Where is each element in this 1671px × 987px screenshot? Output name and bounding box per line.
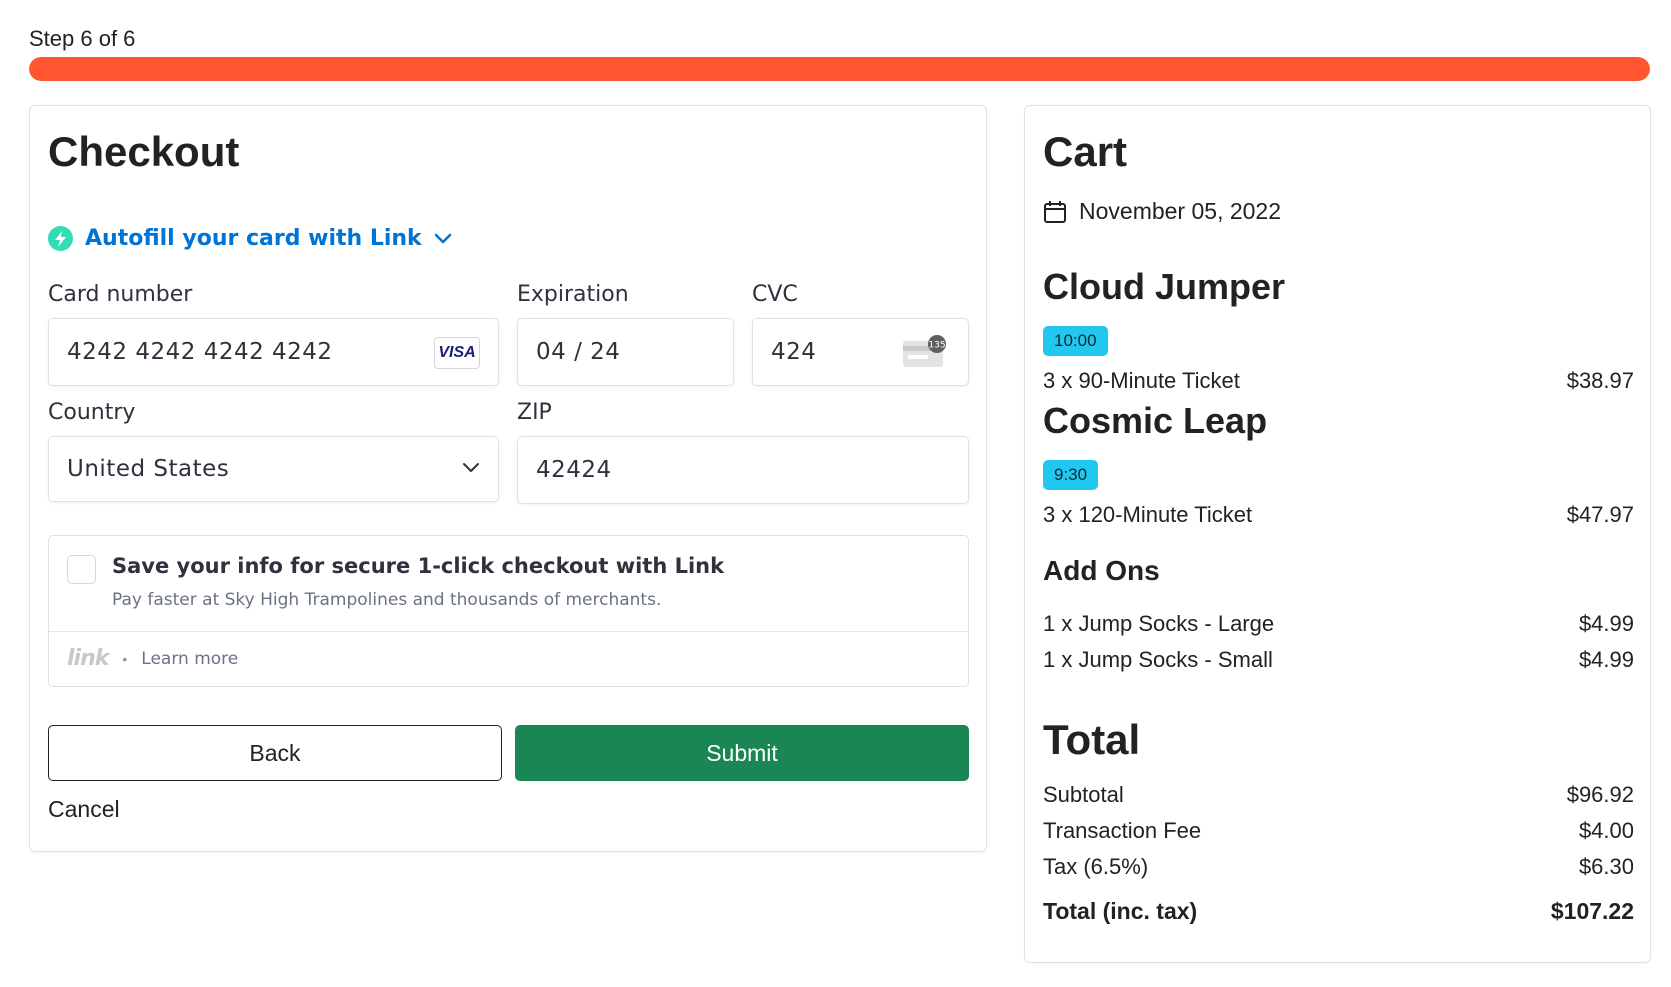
step-indicator: Step 6 of 6: [29, 26, 136, 51]
link-save-info-box: Save your info for secure 1-click checko…: [48, 535, 969, 687]
save-info-title: Save your info for secure 1-click checko…: [112, 554, 725, 578]
link-autofill-label: Autofill your card with Link: [85, 226, 422, 251]
cvc-input[interactable]: 424 135: [752, 318, 969, 386]
addon-price: $4.99: [1578, 611, 1634, 636]
card-number-input[interactable]: 4242 4242 4242 4242 VISA: [48, 318, 499, 386]
cvc-card-icon: 135: [902, 335, 950, 374]
link-footer: link • Learn more: [67, 646, 238, 671]
progress-bar-fill: [29, 57, 1650, 81]
zip-label: ZIP: [517, 400, 552, 425]
zip-input[interactable]: 42424: [517, 436, 969, 504]
cart-item-title: Cosmic Leap: [1043, 400, 1268, 441]
cart-line-price: $47.97: [1566, 502, 1634, 527]
expiration-label: Expiration: [517, 282, 629, 307]
cart-line-price: $38.97: [1566, 368, 1634, 393]
checkout-title: Checkout: [48, 128, 240, 175]
cvc-value: 424: [771, 339, 817, 365]
save-info-checkbox[interactable]: [67, 555, 96, 584]
grand-total-value: $107.22: [1550, 898, 1634, 924]
addon-label: 1 x Jump Socks - Small: [1043, 647, 1273, 672]
cvc-label: CVC: [752, 282, 798, 307]
cart-line-label: 3 x 90-Minute Ticket: [1043, 368, 1240, 393]
card-number-value: 4242 4242 4242 4242: [67, 339, 333, 365]
grand-total-label: Total (inc. tax): [1043, 898, 1198, 924]
cart-line-row: 3 x 90-Minute Ticket $38.97: [1043, 368, 1634, 394]
subtotal-label: Subtotal: [1043, 782, 1124, 807]
cart-date-text: November 05, 2022: [1079, 198, 1282, 224]
grand-total-row: Total (inc. tax) $107.22: [1043, 898, 1634, 925]
submit-button[interactable]: Submit: [515, 725, 969, 781]
country-label: Country: [48, 400, 136, 425]
chevron-down-icon: [462, 461, 480, 479]
fee-value: $4.00: [1578, 818, 1634, 843]
cancel-link[interactable]: Cancel: [48, 796, 120, 823]
fee-label: Transaction Fee: [1043, 818, 1202, 843]
addon-price: $4.99: [1578, 647, 1634, 672]
calendar-icon: [1043, 200, 1067, 224]
time-badge: 10:00: [1043, 326, 1108, 356]
addon-label: 1 x Jump Socks - Large: [1043, 611, 1275, 636]
tax-label: Tax (6.5%): [1043, 854, 1149, 879]
svg-text:135: 135: [928, 341, 945, 351]
back-button[interactable]: Back: [48, 725, 502, 781]
subtotal-value: $96.92: [1566, 782, 1634, 807]
visa-card-icon: VISA: [434, 337, 480, 369]
learn-more-link[interactable]: Learn more: [141, 649, 238, 669]
cart-date: November 05, 2022: [1043, 198, 1281, 225]
card-number-label: Card number: [48, 282, 193, 307]
cart-panel: Cart November 05, 2022 Cloud Jumper 10:0…: [1024, 105, 1651, 963]
time-badge: 9:30: [1043, 460, 1099, 490]
progress-bar: [29, 57, 1650, 81]
total-title: Total: [1043, 716, 1141, 763]
addon-row: 1 x Jump Socks - Large $4.99: [1043, 611, 1634, 637]
checkout-panel: Checkout Autofill your card with Link Ca…: [29, 105, 987, 852]
cart-line-label: 3 x 120-Minute Ticket: [1043, 502, 1253, 527]
addon-row: 1 x Jump Socks - Small $4.99: [1043, 647, 1634, 673]
cart-title: Cart: [1043, 128, 1128, 175]
lightning-bolt-icon: [48, 226, 73, 251]
save-info-subtitle: Pay faster at Sky High Trampolines and t…: [112, 590, 662, 610]
save-info-row: Save your info for secure 1-click checko…: [49, 536, 968, 632]
zip-value: 42424: [536, 457, 612, 483]
country-select[interactable]: United States: [48, 436, 499, 502]
chevron-down-icon: [434, 233, 452, 245]
expiration-value: 04 / 24: [536, 339, 621, 365]
tax-row: Tax (6.5%) $6.30: [1043, 854, 1634, 880]
link-autofill-button[interactable]: Autofill your card with Link: [48, 226, 452, 251]
addons-title: Add Ons: [1043, 555, 1160, 586]
country-value: United States: [67, 456, 230, 482]
link-logo: link: [67, 646, 109, 671]
subtotal-row: Subtotal $96.92: [1043, 782, 1634, 808]
fee-row: Transaction Fee $4.00: [1043, 818, 1634, 844]
tax-value: $6.30: [1578, 854, 1634, 879]
dot-separator: •: [122, 650, 128, 667]
expiration-input[interactable]: 04 / 24: [517, 318, 734, 386]
cart-line-row: 3 x 120-Minute Ticket $47.97: [1043, 502, 1634, 528]
cart-item-title: Cloud Jumper: [1043, 266, 1286, 307]
